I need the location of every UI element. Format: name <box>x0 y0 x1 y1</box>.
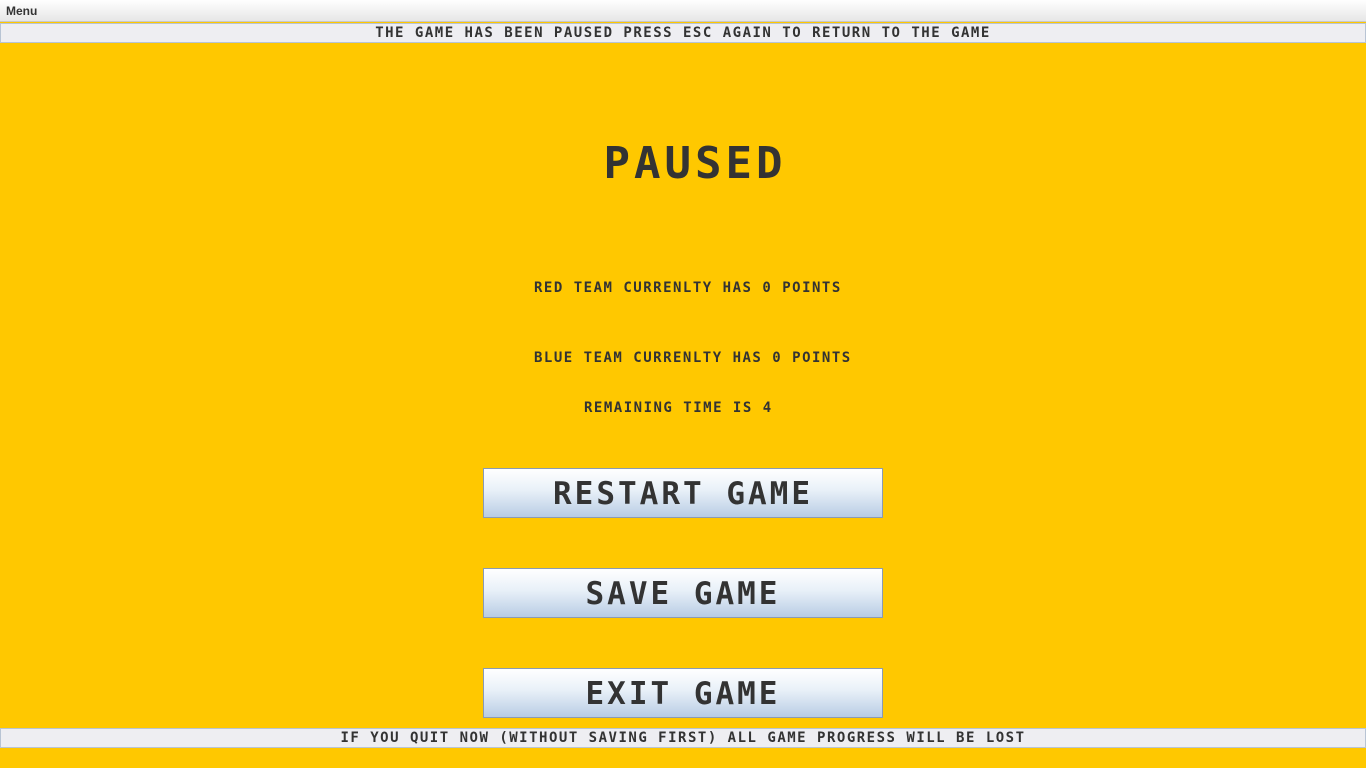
menu-bar: Menu <box>0 0 1366 22</box>
paused-title: PAUSED <box>603 138 787 189</box>
restart-game-button[interactable]: RESTART GAME <box>483 468 883 518</box>
remaining-time: REMAINING TIME IS 4 <box>584 400 773 416</box>
quit-warning: IF YOU QUIT NOW (WITHOUT SAVING FIRST) A… <box>0 728 1366 748</box>
menu-button[interactable]: Menu <box>6 4 37 18</box>
blue-team-score: BLUE TEAM CURRENLTY HAS 0 POINTS <box>534 350 852 366</box>
exit-game-button[interactable]: EXIT GAME <box>483 668 883 718</box>
pause-notice: THE GAME HAS BEEN PAUSED PRESS ESC AGAIN… <box>0 23 1366 43</box>
save-game-button[interactable]: SAVE GAME <box>483 568 883 618</box>
red-team-score: RED TEAM CURRENLTY HAS 0 POINTS <box>534 280 842 296</box>
